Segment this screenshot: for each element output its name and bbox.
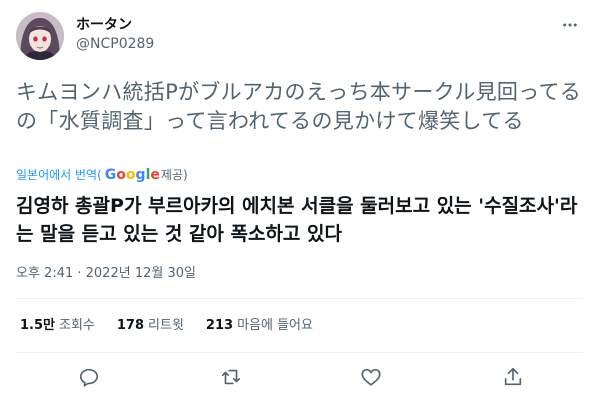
retweets-label: 리트윗 — [148, 318, 184, 333]
translation-attribution: 일본어에서 번역( Google 제공) — [16, 166, 188, 184]
tweet-stats: 1.5만 조회수 178 리트윗 213 마음에 들어요 — [20, 316, 335, 336]
reply-button[interactable] — [76, 364, 102, 390]
like-button[interactable] — [358, 364, 384, 390]
retweet-icon — [221, 369, 241, 385]
display-name[interactable]: ホータン — [76, 16, 154, 34]
reply-icon — [79, 368, 99, 387]
google-logo[interactable]: Google — [105, 166, 160, 184]
translated-from-label: 일본어에서 번역( — [16, 168, 102, 182]
views-count: 1.5만 — [20, 318, 55, 333]
tweet-header: ホータン @NCP0289 — [16, 12, 583, 60]
likes-stat[interactable]: 213 마음에 들어요 — [206, 316, 313, 336]
likes-label: 마음에 들어요 — [237, 318, 313, 333]
more-button[interactable] — [559, 14, 581, 36]
share-button[interactable] — [500, 364, 526, 390]
avatar-image — [16, 12, 64, 60]
divider — [16, 298, 583, 299]
translated-text: 김영하 총괄P가 부르아카의 에치본 서클을 둘러보고 있는 '수질조사'라는 … — [16, 195, 578, 245]
like-icon — [361, 368, 381, 386]
user-names: ホータン @NCP0289 — [76, 16, 154, 54]
share-icon — [504, 367, 522, 386]
divider — [16, 352, 583, 353]
tweet-text: キムヨンハ統括Pがブルアカのえっち本サークル見回ってるの「水質調査」って言われて… — [16, 80, 582, 133]
tweet-timestamp[interactable]: 오후 2:41 · 2022년 12월 30일 — [16, 264, 196, 284]
likes-count: 213 — [205, 318, 234, 333]
more-icon — [563, 23, 577, 27]
views-label: 조회수 — [59, 318, 95, 333]
retweets-count: 178 — [116, 318, 145, 333]
retweet-button[interactable] — [218, 364, 244, 390]
tweet-actions — [16, 360, 583, 394]
avatar[interactable] — [16, 12, 64, 60]
retweets-stat[interactable]: 178 리트윗 — [117, 316, 184, 336]
provided-label: 제공) — [160, 168, 188, 182]
views-stat: 1.5만 조회수 — [20, 316, 95, 336]
user-handle[interactable]: @NCP0289 — [76, 34, 154, 54]
